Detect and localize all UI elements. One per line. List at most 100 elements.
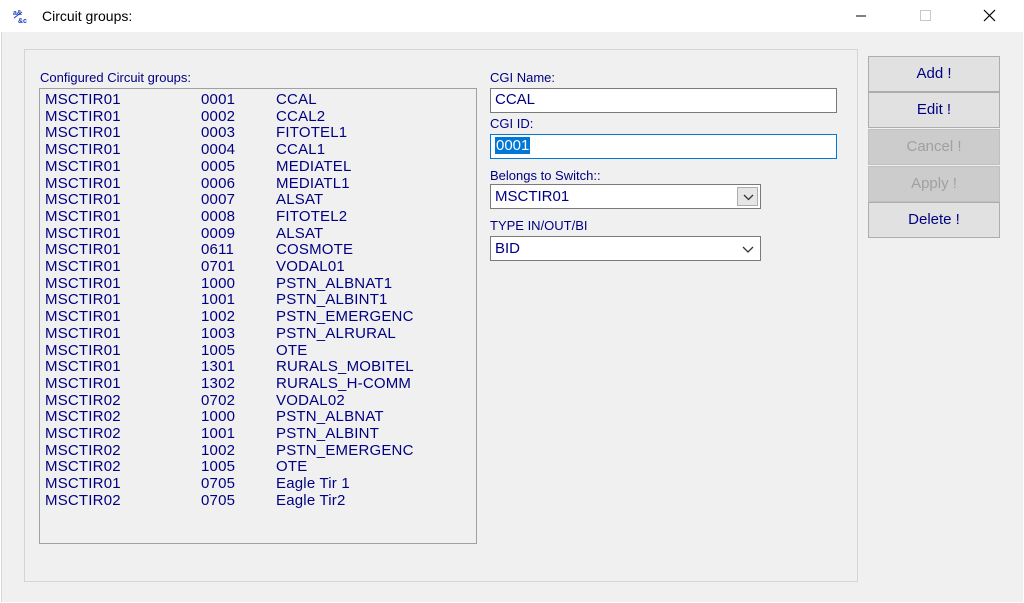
id-cell: 0004	[201, 141, 236, 159]
list-item[interactable]: MSCTIR01 1003 PSTN_ALRURAL	[45, 325, 465, 342]
id-cell: 0002	[201, 107, 236, 125]
name-cell: PSTN_ALRURAL	[276, 324, 396, 342]
name-cell: RURALS_MOBITEL	[276, 358, 414, 376]
id-cell: 0705	[201, 491, 236, 509]
list-item[interactable]: MSCTIR01 0007 ALSAT	[45, 191, 465, 208]
list-item[interactable]: MSCTIR01 1000 PSTN_ALBNAT1	[45, 275, 465, 292]
switch-select[interactable]: MSCTIR01	[490, 184, 761, 209]
chevron-down-icon	[743, 194, 754, 201]
switch-cell: MSCTIR01	[45, 308, 121, 326]
name-cell: Eagle Tir 1	[276, 475, 350, 493]
switch-cell: MSCTIR01	[45, 241, 121, 259]
list-item[interactable]: MSCTIR01 1301 RURALS_MOBITEL	[45, 358, 465, 375]
minimize-button[interactable]	[838, 0, 884, 32]
id-cell: 1301	[201, 358, 236, 376]
list-item[interactable]: MSCTIR01 0006 MEDIATL1	[45, 175, 465, 192]
close-button[interactable]	[966, 0, 1012, 32]
id-cell: 1001	[201, 425, 236, 442]
name-cell: VODAL02	[276, 391, 345, 409]
name-cell: COSMOTE	[276, 241, 354, 259]
cgi-name-input[interactable]: CCAL	[490, 88, 837, 113]
switch-label: Belongs to Switch::	[490, 168, 601, 183]
name-cell: CCAL2	[276, 107, 326, 125]
switch-value: MSCTIR01	[495, 188, 570, 205]
circuit-groups-list[interactable]: MSCTIR01 0001 CCAL MSCTIR01 0002 CCAL2 MSCTIR0…	[39, 88, 477, 544]
name-cell: Eagle Tir2	[276, 491, 346, 509]
id-cell: 0701	[201, 258, 236, 275]
id-cell: 1000	[201, 408, 236, 426]
name-cell: PSTN_ALBNAT	[276, 408, 384, 426]
chevron-down-icon[interactable]	[740, 241, 756, 257]
list-item[interactable]: MSCTIR02 0702 VODAL02	[45, 392, 465, 409]
list-item[interactable]: MSCTIR01 0701 VODAL01	[45, 258, 465, 275]
name-cell: OTE	[276, 341, 308, 359]
switch-cell: MSCTIR01	[45, 141, 121, 159]
cancel-button[interactable]: Cancel !	[868, 129, 1000, 165]
switch-cell: MSCTIR01	[45, 157, 121, 175]
title-bar: a& &c Circuit groups:	[0, 0, 1024, 32]
list-item[interactable]: MSCTIR01 0008 FITOTEL2	[45, 208, 465, 225]
list-item[interactable]: MSCTIR01 0001 CCAL	[45, 91, 465, 108]
type-label: TYPE IN/OUT/BI	[490, 218, 588, 233]
switch-cell: MSCTIR02	[45, 441, 121, 459]
edit-button[interactable]: Edit !	[868, 92, 1000, 128]
id-cell: 0008	[201, 207, 236, 225]
list-item[interactable]: MSCTIR02 1005 OTE	[45, 458, 465, 475]
svg-text:&c: &c	[18, 18, 27, 24]
list-item[interactable]: MSCTIR02 1001 PSTN_ALBINT	[45, 425, 465, 442]
list-item[interactable]: MSCTIR01 1002 PSTN_EMERGENC	[45, 308, 465, 325]
id-cell: 0001	[201, 91, 236, 108]
list-label: Configured Circuit groups:	[40, 70, 192, 85]
name-cell: PSTN_ALBINT1	[276, 291, 388, 309]
list-item[interactable]: MSCTIR01 1302 RURALS_H-COMM	[45, 375, 465, 392]
switch-cell: MSCTIR01	[45, 91, 121, 108]
list-item[interactable]: MSCTIR01 0705 Eagle Tir 1	[45, 475, 465, 492]
list-item[interactable]: MSCTIR02 1002 PSTN_EMERGENC	[45, 442, 465, 459]
name-cell: ALSAT	[276, 224, 324, 242]
switch-cell: MSCTIR02	[45, 425, 121, 442]
switch-cell: MSCTIR01	[45, 191, 121, 209]
id-cell: 0003	[201, 124, 236, 142]
id-cell: 1005	[201, 341, 236, 359]
add-button[interactable]: Add !	[868, 56, 1000, 92]
list-item[interactable]: MSCTIR02 0705 Eagle Tir2	[45, 492, 465, 509]
list-item[interactable]: MSCTIR01 1005 OTE	[45, 342, 465, 359]
id-cell: 1302	[201, 374, 236, 392]
switch-cell: MSCTIR01	[45, 207, 121, 225]
name-cell: ALSAT	[276, 191, 324, 209]
list-item[interactable]: MSCTIR01 0002 CCAL2	[45, 108, 465, 125]
switch-cell: MSCTIR01	[45, 107, 121, 125]
list-item[interactable]: MSCTIR01 1001 PSTN_ALBINT1	[45, 291, 465, 308]
list-item[interactable]: MSCTIR02 1000 PSTN_ALBNAT	[45, 408, 465, 425]
switch-cell: MSCTIR01	[45, 258, 121, 275]
apply-button[interactable]: Apply !	[868, 166, 1000, 202]
id-cell: 1002	[201, 308, 236, 326]
type-value: BID	[495, 240, 521, 257]
name-cell: PSTN_EMERGENC	[276, 308, 414, 326]
switch-cell: MSCTIR02	[45, 458, 121, 476]
app-icon: a& &c	[12, 8, 32, 25]
switch-dropdown-button[interactable]	[737, 187, 758, 206]
list-item[interactable]: MSCTIR01 0003 FITOTEL1	[45, 124, 465, 141]
id-cell: 0007	[201, 191, 236, 209]
maximize-icon	[920, 10, 931, 21]
list-item[interactable]: MSCTIR01 0004 CCAL1	[45, 141, 465, 158]
cgi-id-value: 0001	[495, 137, 531, 154]
list-item[interactable]: MSCTIR01 0005 MEDIATEL	[45, 158, 465, 175]
switch-cell: MSCTIR01	[45, 358, 121, 376]
type-select[interactable]: BID	[490, 236, 761, 261]
id-cell: 0611	[201, 241, 235, 259]
switch-cell: MSCTIR01	[45, 174, 121, 192]
cgi-name-value: CCAL	[495, 91, 536, 108]
list-item[interactable]: MSCTIR01 0611 COSMOTE	[45, 241, 465, 258]
id-cell: 0705	[201, 475, 236, 493]
name-cell: VODAL01	[276, 258, 345, 275]
delete-button[interactable]: Delete !	[868, 202, 1000, 238]
switch-cell: MSCTIR02	[45, 391, 121, 409]
cgi-id-input[interactable]: 0001	[490, 134, 837, 159]
list-item[interactable]: MSCTIR01 0009 ALSAT	[45, 225, 465, 242]
switch-cell: MSCTIR01	[45, 224, 121, 242]
switch-cell: MSCTIR02	[45, 491, 121, 509]
switch-cell: MSCTIR01	[45, 291, 121, 309]
id-cell: 0009	[201, 224, 236, 242]
